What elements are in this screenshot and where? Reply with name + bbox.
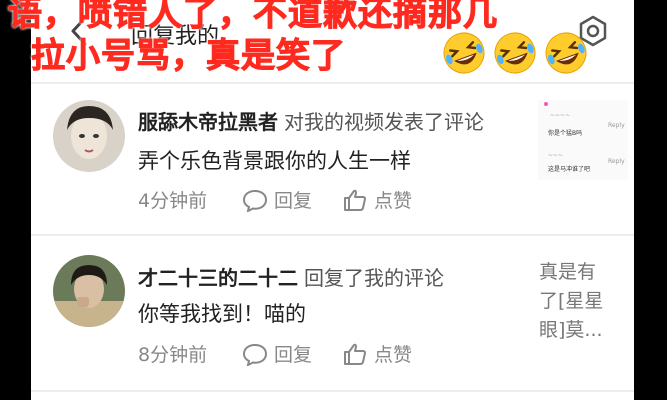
comment-bubble-icon xyxy=(242,343,268,366)
quoted-comment[interactable]: 真是有了[星星眼]莫... xyxy=(539,258,609,345)
like-label: 点赞 xyxy=(374,344,413,366)
rofl-emoji-icon xyxy=(545,32,587,74)
thumbnail-tag-2: Reply xyxy=(608,158,625,165)
meta-row: 8分钟前 回复 点赞 xyxy=(138,340,442,367)
like-label: 点赞 xyxy=(374,190,413,212)
like-button[interactable]: 点赞 xyxy=(342,186,412,213)
timestamp: 8分钟前 xyxy=(138,344,208,366)
meta-row: 4分钟前 回复 点赞 xyxy=(138,186,442,213)
action-text: 回复了我的评论 xyxy=(304,266,444,290)
avatar[interactable] xyxy=(53,100,125,172)
reply-button[interactable]: 回复 xyxy=(242,186,312,213)
item-divider xyxy=(31,234,634,236)
thumbnail-tag-1: Reply xyxy=(608,122,625,129)
comment-bubble-icon xyxy=(242,189,268,212)
thumbs-up-icon xyxy=(344,343,367,365)
name-line: 才二十三的二十二 回复了我的评论 xyxy=(138,262,444,291)
username[interactable]: 服舔木帝拉黑者 xyxy=(138,110,278,134)
overlay-caption-line-2: 拉小号骂，真是笑了 xyxy=(31,36,346,77)
comment-text: 你等我找到！喵的 xyxy=(138,302,306,326)
username[interactable]: 才二十三的二十二 xyxy=(138,266,298,290)
comment-text: 弄个乐色背景跟你的人生一样 xyxy=(138,149,411,173)
action-text: 对我的视频发表了评论 xyxy=(284,110,484,134)
timestamp: 4分钟前 xyxy=(138,190,208,212)
name-line: 服舔木帝拉黑者 对我的视频发表了评论 xyxy=(138,106,484,135)
avatar[interactable] xyxy=(53,255,125,327)
reply-label: 回复 xyxy=(274,344,313,366)
emoji-row xyxy=(440,30,590,76)
rofl-emoji-icon xyxy=(494,32,536,74)
thumbnail-line-1: 你是个猛B吗 xyxy=(548,130,583,137)
reply-label: 回复 xyxy=(274,190,313,212)
like-button[interactable]: 点赞 xyxy=(342,340,412,367)
reply-button[interactable]: 回复 xyxy=(242,340,312,367)
thumbs-up-icon xyxy=(344,189,367,211)
rofl-emoji-icon xyxy=(443,32,485,74)
thumbnail-line-2: 这是马冲谁了吧 xyxy=(548,166,591,173)
item-divider xyxy=(31,390,634,392)
header-divider xyxy=(31,82,634,84)
video-thumbnail[interactable]: ~~~~ 你是个猛B吗 Reply ~~~ 这是马冲谁了吧 Reply xyxy=(538,100,628,180)
